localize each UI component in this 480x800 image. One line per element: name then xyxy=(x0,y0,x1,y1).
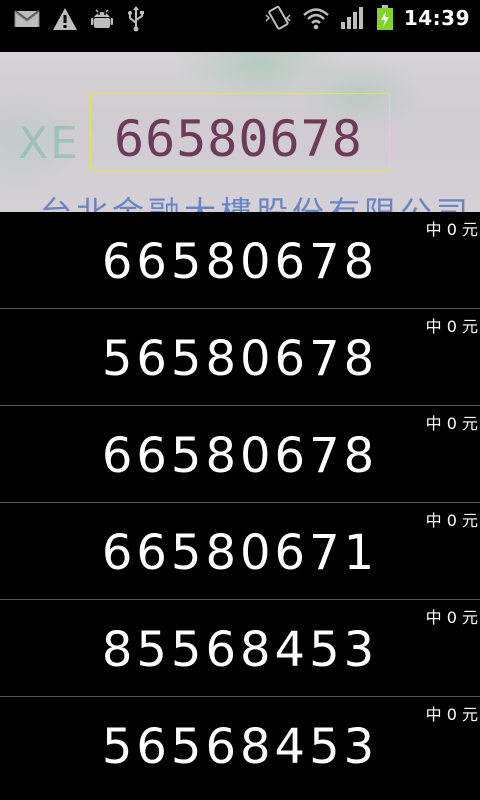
clock: 14:39 xyxy=(403,6,470,30)
ticket-number: 66580671 xyxy=(101,525,379,581)
ticket-issuer-text: 台北金融大樓股份有限公司 xyxy=(40,188,472,212)
warning-icon[interactable] xyxy=(52,7,78,31)
gmail-icon[interactable] xyxy=(14,8,40,30)
result-row[interactable]: 中 0 元 56568453 xyxy=(0,697,480,793)
ticket-number: 56568453 xyxy=(101,719,379,775)
results-list: 中 0 元 66580678 中 0 元 56580678 中 0 元 6658… xyxy=(0,212,480,793)
scan-frame xyxy=(90,93,390,172)
wifi-icon xyxy=(302,6,330,30)
vibrate-icon xyxy=(264,5,292,31)
background-letters: XE xyxy=(18,118,80,169)
signal-icon xyxy=(340,6,366,30)
ticket-number: 56580678 xyxy=(101,331,379,387)
usb-icon[interactable] xyxy=(126,6,146,32)
result-row[interactable]: 中 0 元 66580678 xyxy=(0,212,480,309)
battery-charging-icon xyxy=(376,5,394,31)
result-row[interactable]: 中 0 元 56580678 xyxy=(0,309,480,406)
ticket-number: 66580678 xyxy=(101,234,379,290)
ticket-number: 66580678 xyxy=(101,428,379,484)
ticket-number: 85568453 xyxy=(101,622,379,678)
notification-icons xyxy=(14,6,146,32)
result-row[interactable]: 中 0 元 85568453 xyxy=(0,600,480,697)
android-debug-icon[interactable] xyxy=(90,7,114,31)
system-icons: 14:39 xyxy=(264,5,470,31)
result-row[interactable]: 中 0 元 66580671 xyxy=(0,503,480,600)
status-bar: 14:39 xyxy=(0,0,480,40)
camera-preview[interactable]: XE 台北金融大樓股份有限公司 66580678 xyxy=(0,52,480,212)
result-row[interactable]: 中 0 元 66580678 xyxy=(0,406,480,503)
